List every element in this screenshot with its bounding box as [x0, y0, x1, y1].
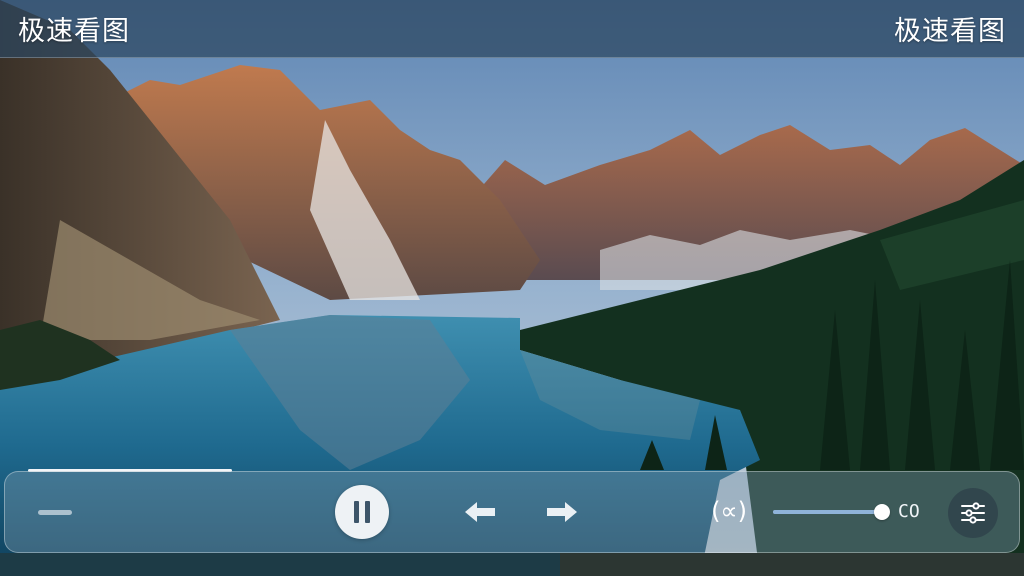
control-panel: (∝) CO: [4, 471, 1020, 553]
pause-button[interactable]: [335, 485, 389, 539]
slider-track-fill: [773, 510, 882, 514]
slider-value-label: CO: [898, 501, 920, 522]
next-button[interactable]: [541, 496, 581, 528]
sliders-icon: [961, 502, 985, 524]
title-bar: 极速看图 极速看图: [0, 0, 1024, 58]
proportion-icon: (∝): [711, 497, 747, 525]
pause-icon-bar-right: [365, 501, 370, 523]
slider-thumb[interactable]: [873, 504, 890, 520]
intensity-slider[interactable]: [773, 504, 890, 520]
minus-icon: [38, 509, 72, 515]
pause-icon-bar-left: [354, 501, 359, 523]
arrow-right-icon: [547, 502, 577, 522]
previous-button[interactable]: [461, 496, 501, 528]
app-title-left: 极速看图: [18, 16, 130, 47]
settings-button[interactable]: [948, 488, 998, 538]
zoom-out-button[interactable]: [37, 503, 73, 521]
arrow-left-icon: [465, 502, 495, 522]
app-title-right: 极速看图: [894, 16, 1006, 47]
